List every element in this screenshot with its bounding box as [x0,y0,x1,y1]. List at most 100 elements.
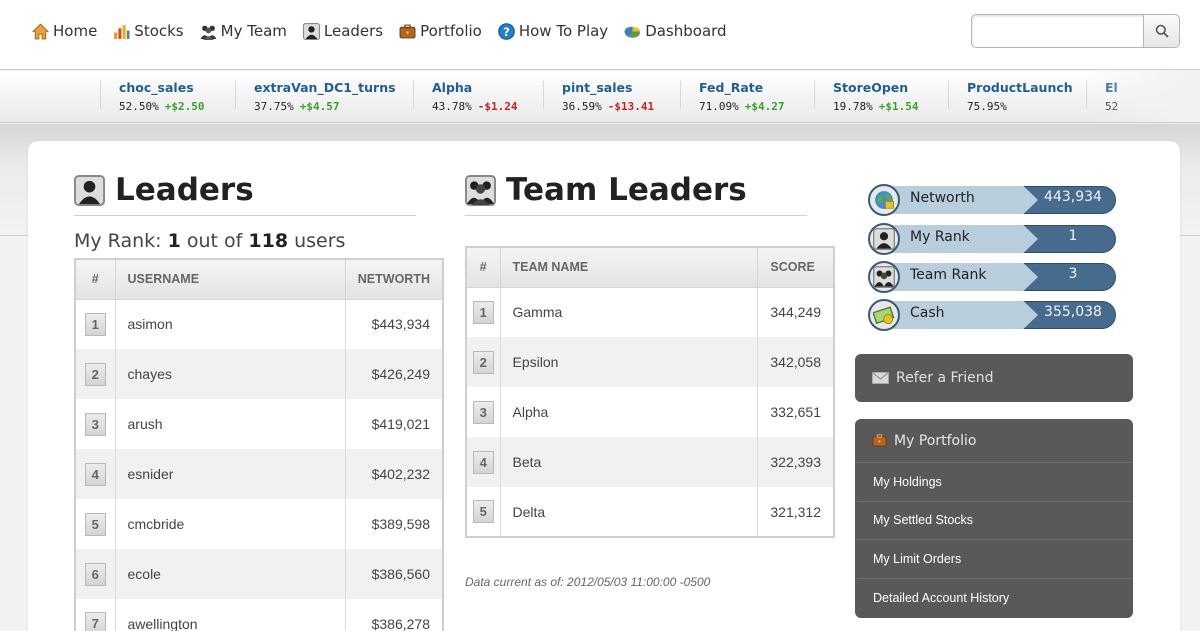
stat-networth: Networth 443,934 [868,184,1116,216]
ticker-item[interactable]: choc_sales 52.50% +$2.50 [100,80,205,113]
ticker-item[interactable]: extraVan_DC1_turns 37.75% +$4.57 [235,81,396,113]
search-box [971,14,1180,48]
search-button[interactable] [1143,15,1179,47]
refer-a-friend-button[interactable]: Refer a Friend [855,354,1133,402]
team-name-cell: Epsilon [500,337,759,387]
networth-cell: $386,560 [345,549,444,599]
nav-leaders-label: Leaders [323,22,384,40]
leaders-table: # USERNAME NETWORTH 1 asimon $443,934 2 cha… [74,258,444,631]
portfolio-header: My Portfolio [855,419,1133,463]
table-row: 1 Gamma 344,249 [466,287,835,337]
user-icon [74,174,105,206]
table-row: 6 ecole $386,560 [75,549,444,599]
column-header-score: SCORE [757,247,835,288]
user-icon [868,223,900,255]
portfolio-link-account-history[interactable]: Detailed Account History [857,579,1131,618]
ticker-percent: 43.78% [432,100,472,113]
username-cell: arush [115,399,346,449]
nav-stocks[interactable]: Stocks [113,22,184,40]
top-navigation: Home Stocks My Team Leaders Portfolio ? … [0,0,1200,70]
rank-badge: 4 [472,450,494,474]
ticker-percent: 75.95% [967,100,1007,113]
portfolio-link-limit-orders[interactable]: My Limit Orders [857,540,1131,579]
portfolio-title: My Portfolio [894,432,977,449]
nav-how-to-play[interactable]: ? How To Play [498,22,608,40]
ticker-percent: 36.59% [562,100,602,113]
stat-value: 355,038 [1044,304,1102,320]
stat-value: 1 [1068,228,1078,244]
ticker-item[interactable]: pint_sales 36.59% -$13.41 [543,80,654,113]
rank-mid: out of [180,230,249,252]
portfolio-panel: My Portfolio My Holdings My Settled Stoc… [855,419,1133,618]
table-row: 7 awellington $386,278 [75,599,444,631]
ticker-name: pint_sales [562,80,633,95]
stocks-icon [114,24,130,39]
table-row: 3 Alpha 332,651 [466,387,835,437]
networth-cell: $419,021 [345,399,444,449]
nav-dashboard[interactable]: Dashboard [624,22,727,40]
stat-label: Cash [910,305,945,321]
table-row: 4 esnider $402,232 [75,449,444,499]
cash-icon [868,299,900,331]
pie-chart-icon [624,26,641,38]
team-icon [200,25,217,40]
rank-badge: 4 [84,462,106,486]
portfolio-link-settled-stocks[interactable]: My Settled Stocks [857,502,1131,540]
briefcase-icon [872,434,887,447]
stat-my-rank: My Rank 1 [868,223,1116,255]
nav-stocks-label: Stocks [134,22,184,40]
stock-ticker: choc_sales 52.50% +$2.50 extraVan_DC1_turn… [0,71,1200,123]
globe-icon [868,184,900,216]
search-input[interactable] [972,15,1144,47]
nav-home-label: Home [53,22,98,40]
ticker-name: choc_sales [119,80,194,95]
team-name-cell: Alpha [500,387,759,437]
networth-cell: $402,232 [345,449,444,499]
table-row: 3 arush $419,021 [75,399,444,449]
nav-home[interactable]: Home [32,22,97,40]
rank-badge: 7 [84,612,106,631]
networth-cell: $386,278 [345,599,444,631]
ticker-change: +$1.54 [878,100,919,113]
ticker-item[interactable]: Alpha 43.78% -$1.24 [413,81,518,113]
rank-badge: 5 [84,512,106,536]
table-row: 2 Epsilon 342,058 [466,337,835,387]
ticker-percent: 37.75% [254,100,294,113]
rank-badge: 2 [84,362,106,386]
table-row: 5 cmcbride $389,598 [75,499,444,549]
ticker-change: +$4.27 [744,100,785,113]
nav-my-team[interactable]: My Team [200,22,287,40]
team-leaders-heading: Team Leaders [465,172,747,208]
refer-label: Refer a Friend [896,370,994,386]
ticker-name: Fed_Rate [699,80,764,95]
nav-leaders[interactable]: Leaders [302,22,384,40]
score-cell: 322,393 [757,437,835,487]
ticker-item[interactable]: ProductLaunch 75.95% [948,80,1073,113]
column-header-rank: # [466,247,501,288]
stat-team-rank: Team Rank 3 [868,261,1116,293]
table-row: 4 Beta 322,393 [466,437,835,487]
portfolio-link-holdings[interactable]: My Holdings [857,463,1131,502]
ticker-item[interactable]: Fed_Rate 71.09% +$4.27 [680,80,785,113]
username-cell: ecole [115,549,346,599]
ticker-percent: 52.50% [119,100,159,113]
team-leaders-title: Team Leaders [506,172,747,208]
table-row: 2 chayes $426,249 [75,349,444,399]
score-cell: 342,058 [757,337,835,387]
networth-cell: $389,598 [345,499,444,549]
ticker-change: +$2.50 [164,100,205,113]
nav-portfolio[interactable]: Portfolio [399,22,482,40]
ticker-item[interactable]: StoreOpen 19.78% +$1.54 [814,81,919,113]
ticker-name: ProductLaunch [967,80,1073,95]
divider [465,215,807,216]
leaders-heading: Leaders [74,172,254,208]
rank-suffix: users [288,230,346,252]
stat-pill-label-bg [876,301,1038,329]
ticker-change: -$13.41 [607,100,655,113]
ticker-change: -$1.24 [477,100,518,113]
rank-badge: 3 [84,412,106,436]
svg-text:?: ? [503,24,510,38]
nav-how-to-play-label: How To Play [518,22,609,40]
column-header-rank: # [75,259,116,300]
rank-badge: 1 [84,312,106,336]
